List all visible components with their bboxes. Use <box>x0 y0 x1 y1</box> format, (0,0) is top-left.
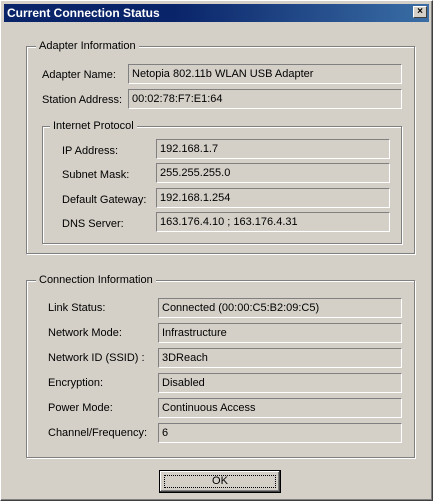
ok-button-label: OK <box>212 475 228 487</box>
power-mode-field: Continuous Access <box>158 398 402 418</box>
station-address-label: Station Address: <box>42 94 123 106</box>
title-bar[interactable]: Current Connection Status × <box>4 4 429 22</box>
network-id-field: 3DReach <box>158 348 402 368</box>
default-gateway-field: 192.168.1.254 <box>156 188 390 208</box>
dns-server-label: DNS Server: <box>62 218 124 230</box>
encryption-field: Disabled <box>158 373 402 393</box>
network-mode-field: Infrastructure <box>158 323 402 343</box>
connection-information-legend: Connection Information <box>36 274 156 287</box>
encryption-label: Encryption: <box>48 377 104 389</box>
link-status-label: Link Status: <box>48 302 106 314</box>
adapter-name-field: Netopia 802.11b WLAN USB Adapter <box>128 64 402 84</box>
ip-address-field: 192.168.1.7 <box>156 139 390 159</box>
default-gateway-label: Default Gateway: <box>62 194 147 206</box>
close-button[interactable]: × <box>413 6 427 18</box>
ip-address-label: IP Address: <box>62 145 119 157</box>
subnet-mask-field: 255.255.255.0 <box>156 163 390 183</box>
adapter-name-label: Adapter Name: <box>42 69 116 81</box>
channel-frequency-field: 6 <box>158 423 402 443</box>
adapter-information-legend: Adapter Information <box>36 40 139 53</box>
dns-server-field: 163.176.4.10 ; 163.176.4.31 <box>156 212 390 232</box>
ok-button[interactable]: OK <box>159 470 281 493</box>
window-title: Current Connection Status <box>7 6 160 20</box>
internet-protocol-legend: Internet Protocol <box>50 120 137 133</box>
subnet-mask-label: Subnet Mask: <box>62 169 130 181</box>
network-mode-label: Network Mode: <box>48 327 122 339</box>
network-id-label: Network ID (SSID) : <box>48 352 145 364</box>
link-status-field: Connected (00:00:C5:B2:09:C5) <box>158 298 402 318</box>
station-address-field: 00:02:78:F7:E1:64 <box>128 89 402 109</box>
connection-status-dialog: Current Connection Status × Adapter Info… <box>0 0 433 501</box>
power-mode-label: Power Mode: <box>48 402 113 414</box>
channel-frequency-label: Channel/Frequency: <box>48 427 148 439</box>
close-icon: × <box>417 6 423 17</box>
